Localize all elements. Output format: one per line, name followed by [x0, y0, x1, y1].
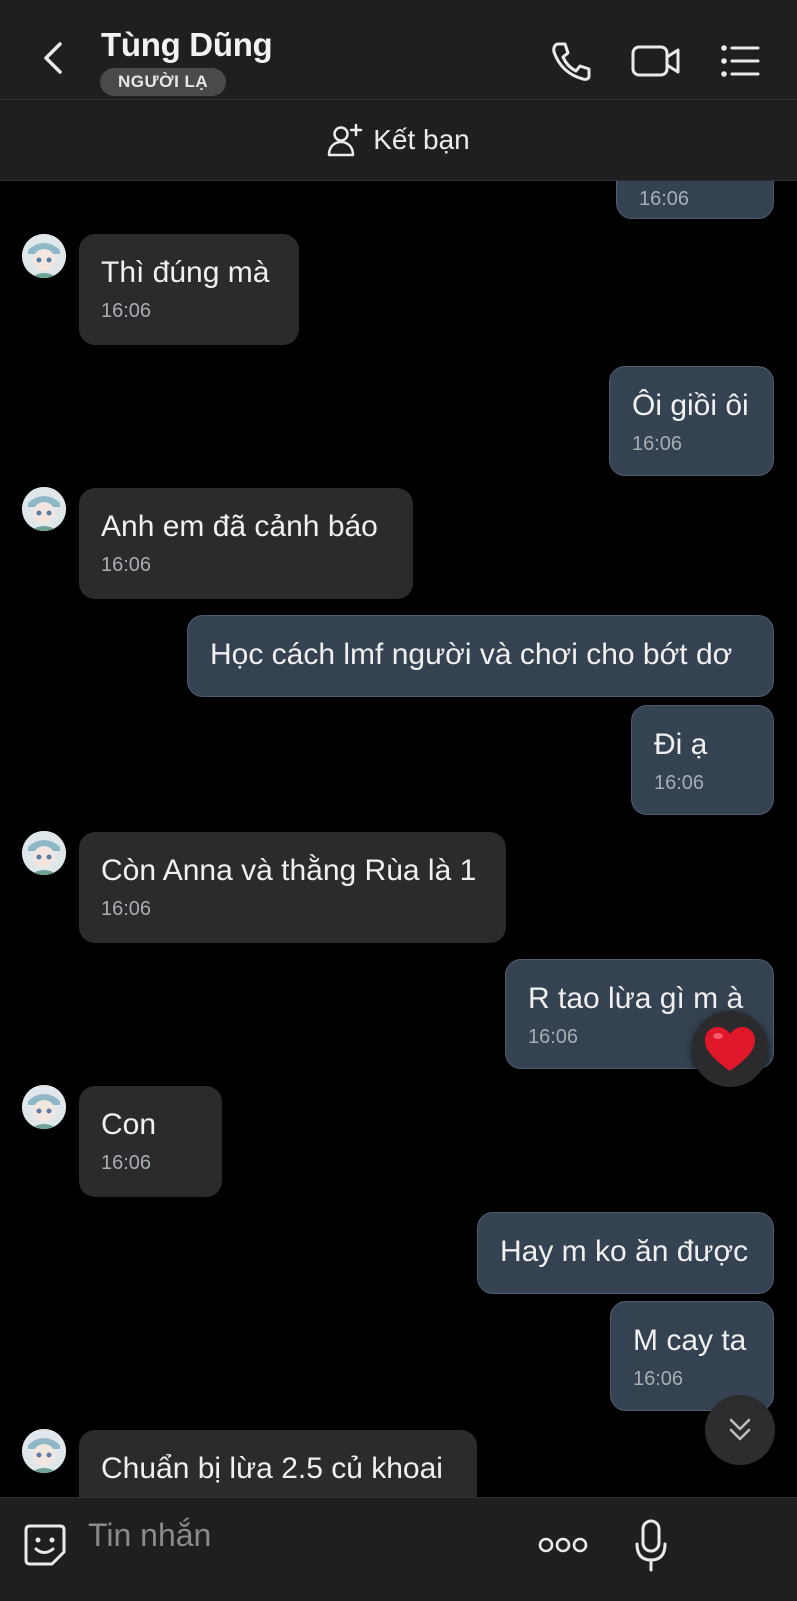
message-text: Thì đúng mà	[101, 256, 270, 289]
back-arrow-icon[interactable]	[36, 38, 70, 78]
heart-icon	[705, 1027, 755, 1071]
more-options-icon[interactable]	[538, 1536, 588, 1554]
add-friend-icon	[327, 123, 363, 157]
avatar[interactable]	[22, 234, 66, 278]
message-bubble-outgoing[interactable]: Hay m ko ăn được	[477, 1212, 774, 1294]
message-list[interactable]: 16:06 Thì đúng mà 16:06 Ôi giồi ôi 16:06…	[0, 181, 797, 1497]
message-bubble-outgoing[interactable]: Ôi giồi ôi 16:06	[609, 366, 774, 476]
message-bubble-outgoing[interactable]: Học cách lmf người và chơi cho bớt dơ	[187, 615, 774, 697]
contact-name[interactable]: Tùng Dũng	[101, 26, 273, 64]
message-bubble-outgoing[interactable]: 16:06	[616, 181, 774, 219]
message-text: Anh em đã cảnh báo	[101, 510, 378, 543]
message-time: 16:06	[632, 433, 683, 455]
message-time: 16:06	[654, 772, 705, 794]
avatar[interactable]	[22, 831, 66, 875]
avatar[interactable]	[22, 1429, 66, 1473]
avatar-image	[22, 1429, 66, 1473]
message-text: Chuẩn bị lừa 2.5 củ khoai	[101, 1452, 443, 1485]
message-input[interactable]: Tin nhắn	[88, 1517, 211, 1554]
message-text: Hay m ko ăn được	[500, 1235, 749, 1268]
message-time: 16:06	[101, 554, 152, 576]
avatar-image	[22, 487, 66, 531]
message-bubble-incoming[interactable]: Còn Anna và thằng Rùa là 1 16:06	[79, 832, 506, 943]
message-time: 16:06	[101, 1152, 152, 1174]
menu-list-icon[interactable]	[720, 38, 762, 84]
message-bubble-incoming[interactable]: Thì đúng mà 16:06	[79, 234, 299, 345]
chat-header: Tùng Dũng NGƯỜI LẠ	[0, 0, 797, 100]
message-text: M cay ta	[633, 1324, 747, 1357]
microphone-icon[interactable]	[634, 1518, 668, 1574]
message-bubble-outgoing[interactable]: Đi ạ 16:06	[631, 705, 774, 815]
message-text: Còn Anna và thằng Rùa là 1	[101, 854, 477, 887]
emoji-sticker-icon[interactable]	[22, 1522, 68, 1568]
add-friend-bar[interactable]: Kết bạn	[0, 100, 797, 181]
phone-call-icon[interactable]	[548, 38, 594, 84]
scroll-to-bottom-button[interactable]	[705, 1395, 775, 1465]
message-time: 16:06	[101, 300, 152, 322]
avatar[interactable]	[22, 1085, 66, 1129]
video-call-icon[interactable]	[630, 38, 682, 84]
add-friend-label: Kết bạn	[373, 124, 470, 155]
message-time: 16:06	[633, 1368, 684, 1390]
heart-reaction[interactable]	[692, 1011, 768, 1087]
message-time: 16:06	[639, 188, 690, 210]
double-chevron-down-icon	[729, 1418, 751, 1441]
message-text: Con	[101, 1108, 157, 1141]
avatar-image	[22, 831, 66, 875]
message-time: 16:06	[101, 898, 152, 920]
stranger-badge: NGƯỜI LẠ	[100, 68, 227, 96]
message-text: Học cách lmf người và chơi cho bớt dơ	[210, 638, 733, 671]
avatar-image	[22, 234, 66, 278]
message-bubble-incoming[interactable]: Anh em đã cảnh báo 16:06	[79, 488, 413, 599]
message-bubble-incoming[interactable]: Chuẩn bị lừa 2.5 củ khoai	[79, 1430, 477, 1497]
message-bubble-incoming[interactable]: Con 16:06	[79, 1086, 222, 1197]
avatar-image	[22, 1085, 66, 1129]
message-text: Ôi giồi ôi	[632, 389, 749, 422]
message-text: Đi ạ	[654, 728, 708, 761]
avatar[interactable]	[22, 487, 66, 531]
